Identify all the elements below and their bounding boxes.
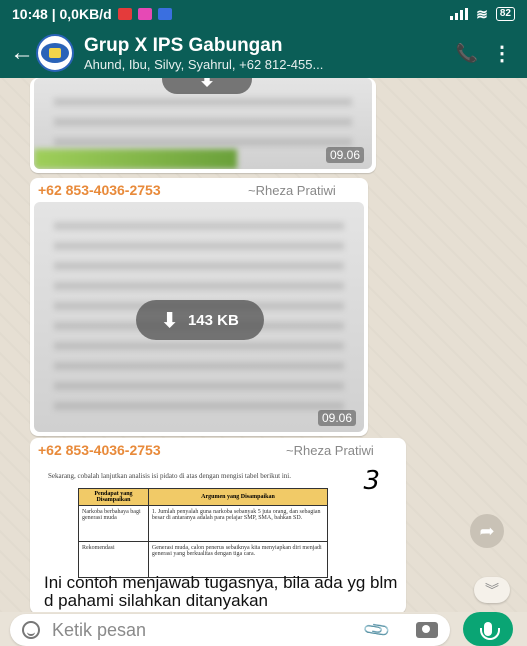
group-name: Grup X IPS Gabungan (84, 34, 283, 56)
status-bar: 10:48 | 0,0KB/d ≋ 82 (0, 0, 527, 28)
sender-number[interactable]: +62 853-4036-2753 (38, 442, 161, 458)
more-options-icon[interactable]: ⋮ (487, 41, 517, 66)
double-chevron-down-icon: ︾ (485, 582, 499, 598)
image-thumbnail[interactable]: ⬇ 09.06 (34, 78, 372, 169)
message-time: 09.06 (317, 410, 356, 426)
download-button[interactable]: ⬇ (162, 78, 252, 94)
message-input-bar: 📎 (10, 614, 450, 646)
doc-intro: Sekarang, cobalah lanjutkan analisis isi… (48, 472, 291, 480)
document-image[interactable]: Sekarang, cobalah lanjutkan analisis isi… (38, 466, 398, 578)
paperclip-icon[interactable]: 📎 (359, 612, 395, 646)
voice-message-button[interactable] (463, 612, 513, 646)
image-thumbnail[interactable]: ⬇ 143 KB 09.06 (34, 202, 364, 432)
chat-info[interactable]: Grup X IPS Gabungan Ahund, Ibu, Silvy, S… (84, 35, 447, 72)
message-bubble[interactable]: +62 853-4036-2753 ~Rheza Pratiwi ⬇ 143 K… (30, 178, 368, 436)
group-members: Ahund, Ibu, Silvy, Syahrul, +62 812-455.… (84, 56, 324, 72)
sender: +62 853-4036-2753 ~Rheza Pratiwi (38, 442, 398, 458)
camera-icon[interactable] (416, 622, 438, 638)
signal-icon (450, 8, 469, 20)
download-icon: ⬇ (198, 78, 216, 91)
emoji-icon[interactable] (22, 621, 40, 639)
forward-button[interactable]: ➦ (470, 514, 504, 548)
sender: +62 853-4036-2753 ~Rheza Pratiwi (38, 182, 360, 198)
download-size: 143 KB (187, 311, 239, 329)
message-caption: Ini contoh menjawab tugasnya, bila ada y… (44, 573, 398, 610)
message-time: 09.06 (325, 147, 364, 163)
doc-col-left: Pendapat yang Disampaikan (78, 488, 149, 506)
doc-col-right: Argumen yang Disampaikan (147, 488, 329, 506)
download-icon: ⬇ (161, 309, 178, 332)
message-input[interactable] (52, 619, 362, 641)
notification-icon (157, 8, 172, 20)
back-arrow-icon[interactable]: ← (10, 39, 36, 67)
sender-alias: ~Rheza Pratiwi (248, 183, 336, 198)
wifi-icon: ≋ (476, 5, 488, 22)
microphone-icon (480, 622, 500, 640)
doc-cell: Narkoba berbahaya bagi generasi muda (78, 505, 149, 542)
message-bubble[interactable]: ⬇ 09.06 (30, 78, 376, 173)
notification-icon (137, 8, 152, 20)
notification-icon (117, 8, 132, 20)
sender-number[interactable]: +62 853-4036-2753 (38, 182, 161, 198)
doc-table: Pendapat yang Disampaikan Argumen yang D… (78, 488, 329, 578)
message-bubble[interactable]: +62 853-4036-2753 ~Rheza Pratiwi Sekaran… (30, 438, 406, 612)
forward-icon: ➦ (479, 520, 495, 541)
doc-page-mark: 3 (363, 466, 380, 496)
doc-cell: 1. Jumlah penyalah guna narkoba sebanyak… (147, 505, 329, 542)
group-avatar[interactable] (36, 34, 74, 72)
scroll-down-button[interactable]: ︾ (474, 577, 510, 603)
chat-area[interactable]: ⬇ 09.06 +62 853-4036-2753 ~Rheza Pratiwi… (0, 78, 527, 612)
sender-alias: ~Rheza Pratiwi (286, 443, 374, 458)
download-button[interactable]: ⬇ 143 KB (136, 300, 264, 340)
status-time: 10:48 | 0,0KB/d (12, 6, 112, 22)
battery-icon: 82 (495, 7, 515, 21)
add-call-icon[interactable]: 📞 (447, 43, 487, 64)
chat-header: ← Grup X IPS Gabungan Ahund, Ibu, Silvy,… (0, 28, 527, 78)
